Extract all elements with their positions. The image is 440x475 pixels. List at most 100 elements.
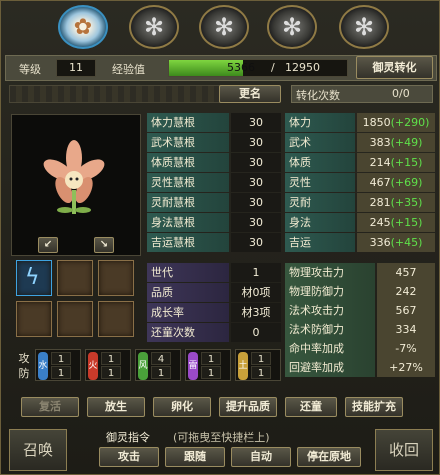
command-hint: (可拖曳至快捷栏上): [173, 431, 270, 444]
aptitude-value: 30: [231, 233, 281, 252]
command-button-0[interactable]: 攻击: [99, 447, 159, 467]
attribute-base: 336: [369, 236, 391, 249]
attribute-bonus: (+35): [390, 196, 423, 209]
attribute-bonus: (+69): [390, 176, 423, 189]
info-row: 成长率 材3项: [147, 303, 283, 323]
attribute-bonus: (+49): [390, 136, 423, 149]
bond-defense-value: 1: [151, 366, 171, 379]
aptitude-label: 武术慧根: [147, 133, 229, 152]
aptitude-value: 30: [231, 193, 281, 212]
bond-attack-value: 4: [151, 352, 171, 365]
lightning-icon: ϟ: [25, 265, 40, 290]
attribute-row: 灵耐 281(+35): [285, 193, 435, 213]
attribute-base: 383: [369, 136, 391, 149]
combat-label: 命中率加成: [285, 339, 375, 358]
pet-portrait-slot-1[interactable]: ✿: [58, 5, 108, 49]
transform-count-label: 转化次数: [296, 89, 340, 102]
attribute-bonus: (+15): [390, 156, 423, 169]
combat-row: 物理攻击力 457: [285, 263, 435, 283]
equip-slot-6[interactable]: [98, 301, 134, 337]
bond-defense-value: 1: [251, 366, 271, 379]
action-button-3[interactable]: 提升品质: [219, 397, 277, 417]
combat-row: 命中率加成 -7%: [285, 339, 435, 359]
combat-label: 法术防御力: [285, 320, 375, 339]
attribute-base: 214: [369, 156, 391, 169]
attribute-base: 281: [369, 196, 391, 209]
attribute-base: 467: [369, 176, 391, 189]
bond-attack-value: 1: [101, 352, 121, 365]
combat-value: 457: [377, 263, 435, 282]
info-value: 材0项: [231, 283, 281, 302]
aptitude-value: 30: [231, 133, 281, 152]
info-label: 还童次数: [147, 323, 229, 342]
element-bond[interactable]: 雷11: [185, 349, 231, 381]
combat-value: -7%: [377, 339, 435, 358]
command-button-2[interactable]: 自动: [231, 447, 291, 467]
attack-defense-label: 攻 防: [15, 351, 33, 381]
element-bond[interactable]: 风41: [135, 349, 181, 381]
equip-slot-2[interactable]: [57, 260, 93, 296]
action-button-4[interactable]: 还童: [285, 397, 337, 417]
info-value: 1: [231, 263, 281, 282]
equip-slot-3[interactable]: [98, 260, 134, 296]
pet-portrait-slot-4[interactable]: ✻: [267, 5, 317, 49]
aptitude-label: 体质慧根: [147, 153, 229, 172]
wheel-icon: ✻: [143, 13, 165, 41]
combat-label: 物理攻击力: [285, 263, 375, 282]
equip-slot-4[interactable]: [16, 301, 52, 337]
aptitude-label: 灵性慧根: [147, 173, 229, 192]
info-row: 世代 1: [147, 263, 283, 283]
command-button-1[interactable]: 跟随: [165, 447, 225, 467]
command-button-3[interactable]: 停在原地: [297, 447, 361, 467]
attribute-row: 身法 245(+15): [285, 213, 435, 233]
aptitude-value: 30: [231, 113, 281, 132]
wheel-icon: ✻: [281, 13, 303, 41]
exp-current: 5366: [227, 61, 255, 74]
attribute-value: 245(+15): [357, 213, 435, 232]
transform-button[interactable]: 御灵转化: [356, 56, 433, 79]
element-bond[interactable]: 火11: [85, 349, 131, 381]
pet-portrait-slot-3[interactable]: ✻: [199, 5, 249, 49]
element-bond[interactable]: 土11: [235, 349, 281, 381]
attribute-row: 灵性 467(+69): [285, 173, 435, 193]
info-label: 品质: [147, 283, 229, 302]
action-button-2[interactable]: 卵化: [153, 397, 211, 417]
pet-portrait-slot-5[interactable]: ✻: [339, 5, 389, 49]
pet-panel: ✿ ✻ ✻ ✻ ✻ 等级 11 经验值 5366 / 12950 御灵转化 更名…: [0, 0, 440, 475]
attribute-row: 吉运 336(+45): [285, 233, 435, 253]
aptitude-row: 灵耐慧根 30: [147, 193, 283, 213]
recall-button[interactable]: 收回: [375, 429, 433, 471]
transform-count-box: 转化次数 0/0: [291, 85, 433, 103]
aptitude-label: 体力慧根: [147, 113, 229, 132]
aptitude-value: 30: [231, 173, 281, 192]
combat-value: +27%: [377, 358, 435, 377]
combat-row: 法术防御力 334: [285, 320, 435, 340]
action-button-0[interactable]: 复活: [21, 397, 79, 417]
action-button-5[interactable]: 技能扩充: [345, 397, 403, 417]
bond-attack-value: 1: [251, 352, 271, 365]
attribute-bonus: (+45): [390, 236, 423, 249]
attribute-label: 体力: [285, 113, 355, 132]
attribute-label: 灵性: [285, 173, 355, 192]
exp-label: 经验值: [112, 63, 145, 76]
bond-defense-value: 1: [51, 366, 71, 379]
attribute-label: 武术: [285, 133, 355, 152]
attribute-label: 体质: [285, 153, 355, 172]
equip-slot-5[interactable]: [57, 301, 93, 337]
attribute-row: 体力 1850(+290): [285, 113, 435, 133]
element-name: 土: [238, 361, 248, 371]
aptitude-label: 身法慧根: [147, 213, 229, 232]
attack-label: 攻: [18, 352, 30, 365]
attribute-row: 体质 214(+15): [285, 153, 435, 173]
rename-button[interactable]: 更名: [219, 85, 281, 103]
pet-portrait-slot-2[interactable]: ✻: [129, 5, 179, 49]
equip-slot-1[interactable]: ϟ: [16, 260, 52, 296]
action-button-1[interactable]: 放生: [87, 397, 145, 417]
summon-button[interactable]: 召唤: [9, 429, 67, 471]
element-name: 水: [38, 361, 48, 371]
element-bond[interactable]: 水11: [35, 349, 81, 381]
rotate-left-icon[interactable]: ↙: [38, 237, 58, 253]
aptitude-label: 灵耐慧根: [147, 193, 229, 212]
rotate-right-icon[interactable]: ↘: [94, 237, 114, 253]
aptitude-row: 武术慧根 30: [147, 133, 283, 153]
